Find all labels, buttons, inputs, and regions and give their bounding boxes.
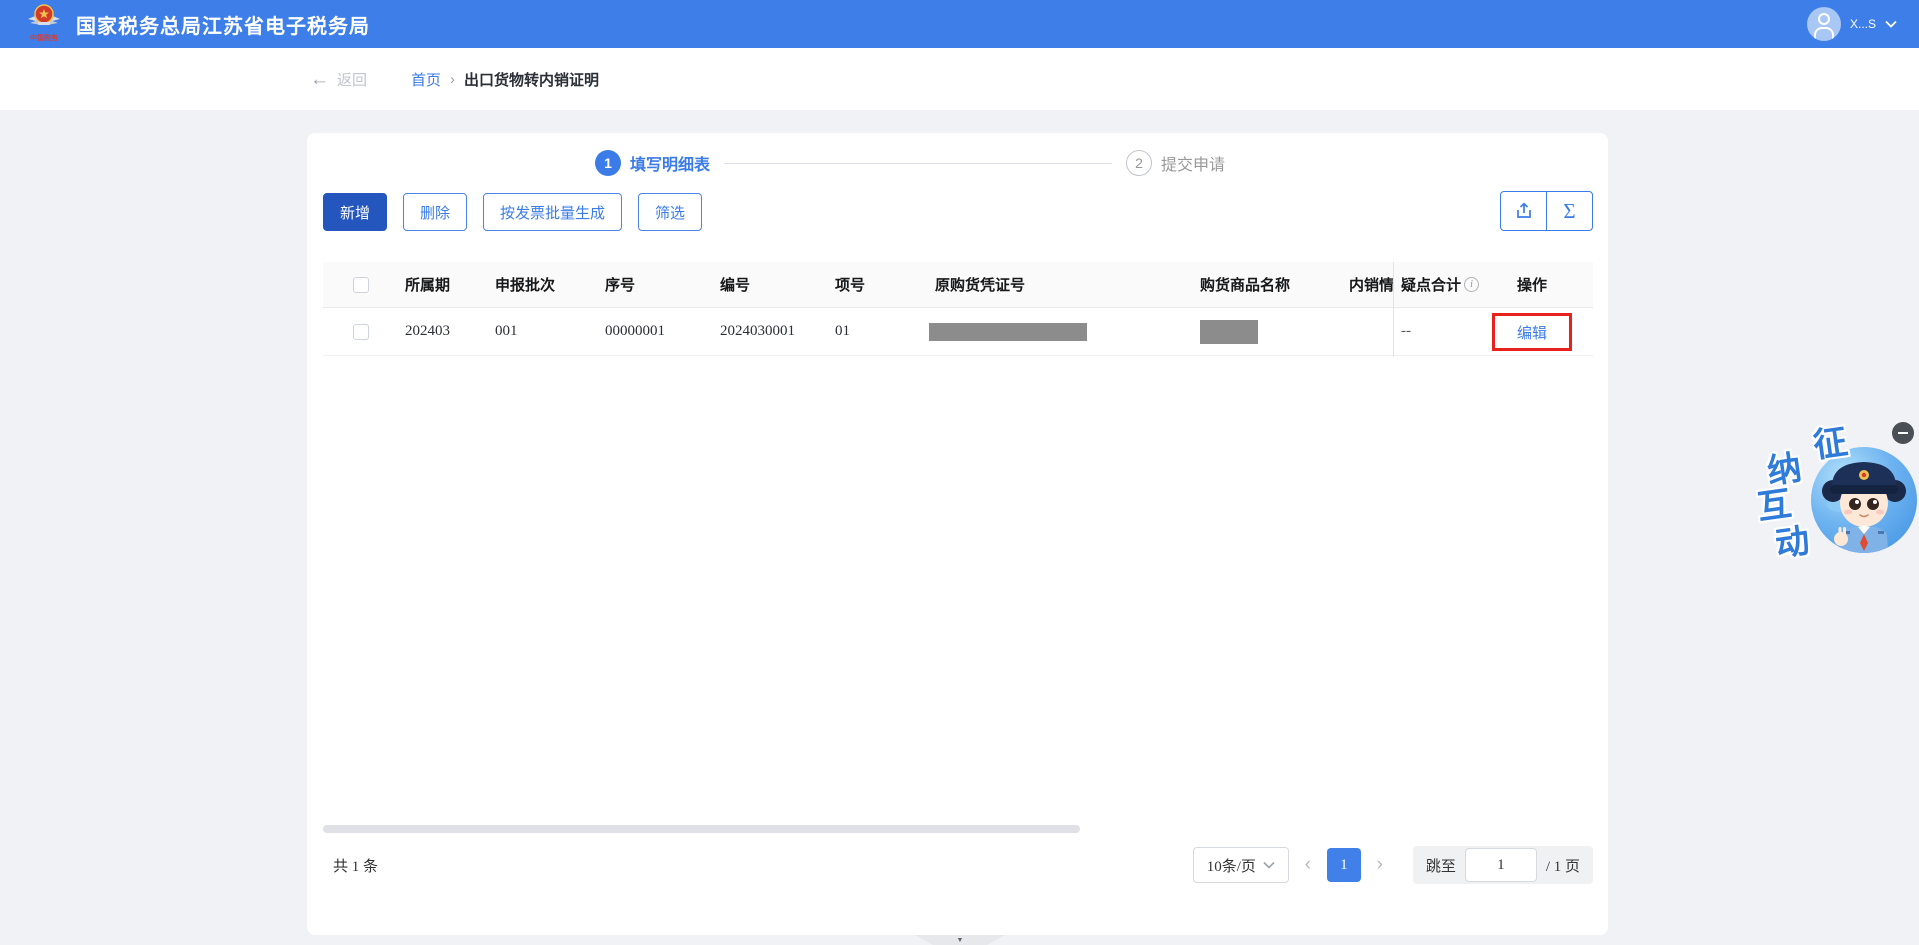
- step-2-label: 提交申请: [1161, 157, 1226, 174]
- delete-button[interactable]: 删除: [403, 193, 468, 231]
- col-voucher: 原购货凭证号: [935, 277, 1026, 294]
- chevron-down-icon: [1263, 861, 1275, 869]
- left-arrow-icon: ←: [310, 68, 329, 90]
- breadcrumb-home[interactable]: 首页: [411, 69, 441, 90]
- jump-to-page: 跳至 / 1 页: [1412, 846, 1593, 884]
- step-1-label: 填写明细表: [630, 157, 711, 174]
- next-page-button[interactable]: ›: [1365, 854, 1395, 876]
- back-button[interactable]: ← 返回: [310, 69, 367, 90]
- step-connector: [724, 162, 1113, 164]
- page-total: / 1 页: [1545, 858, 1580, 875]
- cell-batch: 001: [495, 323, 518, 339]
- pagination: 共 1 条 10条/页 ‹ 1 › 跳至 / 1 页: [323, 845, 1593, 885]
- redacted-voucher-block: [929, 322, 1087, 341]
- cell-domestic-sales: [1344, 308, 1393, 355]
- tax-emblem-icon: [28, 4, 60, 25]
- sigma-icon: Σ: [1563, 198, 1576, 223]
- cell-doubt-total: --: [1401, 323, 1411, 339]
- table-tools: Σ: [1500, 191, 1593, 231]
- col-action: 操作: [1517, 277, 1548, 294]
- user-name: X...S: [1849, 17, 1876, 31]
- step-2-circle: 2: [1126, 150, 1153, 176]
- col-domestic-sales: 内销情: [1349, 277, 1393, 294]
- col-doubt-total: 疑点合计 i: [1393, 262, 1505, 307]
- app-header: 中国税务 国家税务总局江苏省电子税务局 X...S: [0, 0, 1919, 48]
- batch-generate-button[interactable]: 按发票批量生成: [483, 193, 623, 231]
- add-button[interactable]: 新增: [323, 193, 388, 231]
- cell-item-no: 01: [835, 323, 850, 339]
- chevron-down-icon[interactable]: [1885, 20, 1897, 28]
- jump-label: 跳至: [1425, 857, 1456, 875]
- col-item-no: 项号: [835, 277, 866, 294]
- total-count: 共 1 条: [333, 858, 379, 875]
- jump-page-input[interactable]: [1464, 848, 1537, 882]
- cell-serial: 00000001: [605, 323, 665, 339]
- mascot-text-char: 动: [1773, 521, 1812, 565]
- mascot-text-char: 征: [1811, 422, 1850, 466]
- col-serial: 序号: [605, 277, 636, 294]
- cell-number: 2024030001: [720, 323, 795, 339]
- horizontal-scrollbar[interactable]: [323, 825, 1593, 833]
- row-checkbox[interactable]: [353, 323, 369, 340]
- breadcrumb: ← 返回 首页 › 出口货物转内销证明: [0, 48, 1919, 110]
- app-title: 国家税务总局江苏省电子税务局: [76, 15, 370, 38]
- step-1-circle: 1: [595, 150, 621, 176]
- prev-page-button[interactable]: ‹: [1293, 854, 1323, 876]
- scrollbar-thumb[interactable]: [323, 825, 1080, 833]
- mascot-widget[interactable]: 征 纳 互 动: [1750, 412, 1919, 577]
- col-batch: 申报批次: [495, 277, 556, 294]
- table-row: 202403 001 00000001 2024030001 01 -- 编辑: [323, 308, 1593, 356]
- step-indicator: 1 填写明细表 2 提交申请: [595, 150, 1225, 176]
- col-number: 编号: [720, 277, 751, 294]
- col-product: 购货商品名称: [1200, 277, 1291, 294]
- chevron-down-icon: ▼: [956, 936, 964, 944]
- page-size-select[interactable]: 10条/页: [1192, 847, 1289, 883]
- minus-icon: [1898, 432, 1908, 434]
- col-period: 所属期: [405, 277, 451, 294]
- select-all-checkbox[interactable]: [353, 276, 369, 293]
- detail-table: 所属期 申报批次 序号 编号 项号 原购货凭证号 购货商品名称 内销情 疑点合计…: [323, 262, 1593, 357]
- export-button[interactable]: [1500, 191, 1547, 231]
- minimize-mascot-button[interactable]: [1892, 422, 1914, 444]
- breadcrumb-separator-icon: ›: [450, 70, 456, 88]
- user-menu[interactable]: X...S: [1806, 7, 1897, 41]
- summary-button[interactable]: Σ: [1546, 191, 1593, 231]
- tax-bureau-logo: 中国税务: [22, 3, 66, 49]
- redacted-product-block: [1200, 319, 1258, 344]
- filter-button[interactable]: 筛选: [638, 193, 703, 231]
- page-1-button[interactable]: 1: [1326, 848, 1361, 882]
- fixed-column-divider: [1393, 262, 1394, 357]
- table-header-row: 所属期 申报批次 序号 编号 项号 原购货凭证号 购货商品名称 内销情 疑点合计…: [323, 262, 1593, 308]
- back-label: 返回: [337, 71, 368, 89]
- toolbar: 新增 删除 按发票批量生成 筛选: [323, 193, 703, 231]
- edit-link[interactable]: 编辑: [1517, 322, 1547, 343]
- user-avatar[interactable]: [1806, 7, 1841, 41]
- cell-period: 202403: [405, 323, 450, 339]
- breadcrumb-current: 出口货物转内销证明: [464, 71, 600, 89]
- info-icon[interactable]: i: [1464, 277, 1480, 292]
- collapse-panel-tab[interactable]: ▼: [915, 935, 1005, 945]
- main-panel: 1 填写明细表 2 提交申请 新增 删除 按发票批量生成 筛选 Σ 所属期 申报…: [307, 133, 1608, 935]
- logo-caption: 中国税务: [30, 35, 58, 42]
- annotation-highlight-box: 编辑: [1492, 313, 1572, 351]
- person-icon: [1817, 13, 1830, 25]
- export-icon: [1516, 202, 1531, 218]
